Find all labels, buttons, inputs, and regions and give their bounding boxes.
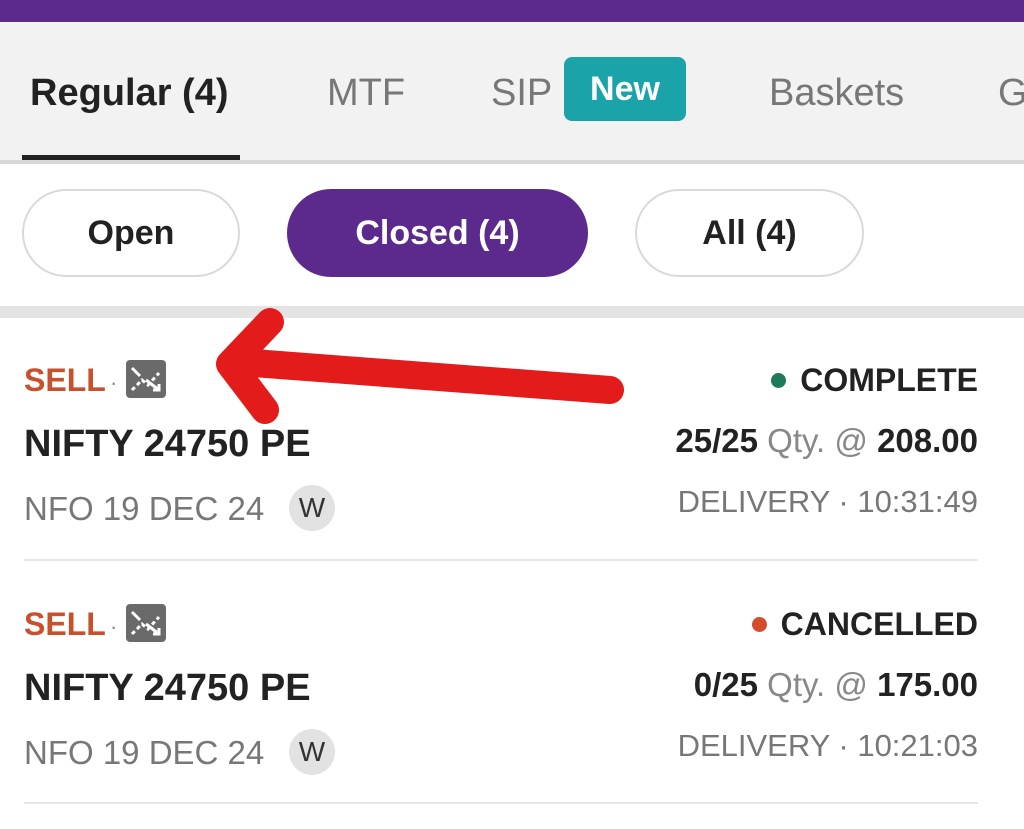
qty-label: Qty. @ (767, 422, 868, 459)
product-time: DELIVERY · 10:21:03 (677, 728, 978, 763)
trade-type-icon (126, 604, 166, 642)
order-price: 208.00 (877, 422, 978, 459)
weekly-expiry-badge: W (289, 485, 335, 531)
order-type-tabs: Regular (4) MTF SIP New Baskets G (0, 22, 1024, 162)
filled-quantity: 0/25 (693, 666, 758, 703)
separator-dot: · (110, 370, 118, 395)
instrument-symbol: NIFTY 24750 PE (24, 667, 311, 709)
filter-open-button[interactable]: Open (22, 189, 240, 277)
weekly-expiry-badge: W (289, 729, 335, 775)
quantity-price: 25/25 Qty. @ 208.00 (675, 422, 978, 460)
quantity-price: 0/25 Qty. @ 175.00 (694, 666, 978, 704)
product-time: DELIVERY · 10:31:49 (677, 484, 978, 519)
filter-closed-button[interactable]: Closed (4) (287, 189, 588, 277)
tab-baskets[interactable]: Baskets (769, 72, 904, 115)
separator-dot: · (110, 614, 118, 639)
status-label: COMPLETE (800, 362, 978, 398)
tab-gtt-partial[interactable]: G (998, 72, 1024, 115)
order-side: SELL (24, 362, 106, 398)
exchange-expiry: NFO 19 DEC 24 (24, 734, 265, 771)
status-dot-icon (771, 373, 787, 388)
section-divider (0, 306, 1024, 318)
qty-label: Qty. @ (767, 666, 868, 703)
tab-mtf[interactable]: MTF (327, 72, 405, 115)
filter-all-button[interactable]: All (4) (635, 189, 864, 277)
row-divider (24, 802, 978, 804)
top-app-bar (0, 0, 1024, 22)
filled-quantity: 25/25 (675, 422, 758, 459)
order-row[interactable]: SELL · NIFTY 24750 PE NFO 19 DEC 24 W CO… (0, 318, 1024, 560)
order-row[interactable]: SELL · NIFTY 24750 PE NFO 19 DEC 24 W CA… (0, 562, 1024, 804)
order-status: CANCELLED (751, 606, 978, 643)
status-label: CANCELLED (780, 606, 978, 642)
trade-type-icon (126, 360, 166, 398)
status-filters: Open Closed (4) All (4) (0, 164, 1024, 306)
order-side: SELL (24, 606, 106, 642)
tab-regular[interactable]: Regular (4) (30, 72, 228, 115)
exchange-expiry: NFO 19 DEC 24 (24, 490, 265, 527)
order-status: COMPLETE (771, 362, 978, 399)
row-divider (24, 559, 978, 561)
tab-sip[interactable]: SIP (491, 72, 552, 115)
status-dot-icon (751, 617, 767, 632)
instrument-symbol: NIFTY 24750 PE (24, 423, 311, 465)
new-badge: New (564, 57, 686, 121)
order-price: 175.00 (877, 666, 978, 703)
